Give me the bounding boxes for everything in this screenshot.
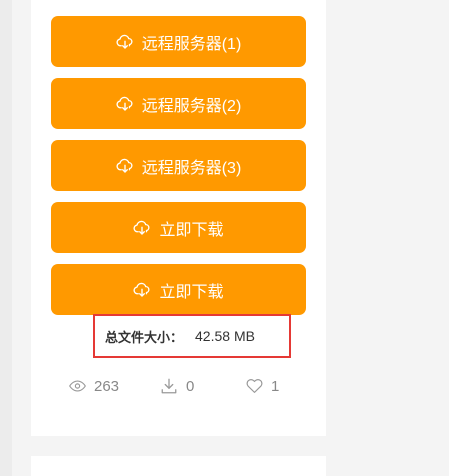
- cloud-download-icon: [116, 95, 134, 113]
- cloud-download-icon: [133, 219, 151, 237]
- views-count: 263: [94, 377, 120, 395]
- button-label: 远程服务器(2): [141, 97, 242, 115]
- file-size-value: 42.58 MB: [195, 328, 255, 344]
- cloud-download-icon: [116, 157, 134, 175]
- cloud-download-icon: [116, 33, 134, 51]
- cloud-download-icon: [133, 281, 151, 299]
- downloads-count: 0: [186, 377, 195, 395]
- button-label: 远程服务器(3): [141, 159, 242, 177]
- button-label: 立即下载: [159, 221, 224, 239]
- download-icon: [160, 377, 178, 395]
- file-size-label: 总文件大小：: [105, 329, 184, 345]
- remote-server-2-button[interactable]: 远程服务器(2): [51, 78, 306, 129]
- remote-server-3-button[interactable]: 远程服务器(3): [51, 140, 306, 191]
- page: 远程服务器(1) 远程服务器(2) 远程服务器(3) 立即下载 立即下载 总文件…: [0, 0, 449, 476]
- heart-icon: [246, 378, 263, 394]
- next-card: [31, 456, 326, 476]
- button-label: 立即下载: [159, 283, 224, 301]
- button-label: 远程服务器(1): [141, 35, 242, 53]
- remote-server-1-button[interactable]: 远程服务器(1): [51, 16, 306, 67]
- left-sidebar-edge: [0, 0, 12, 476]
- download-now-button-2[interactable]: 立即下载: [51, 264, 306, 315]
- downloads-stat[interactable]: 0: [160, 376, 194, 396]
- file-size-info: 总文件大小： 42.58 MB: [93, 314, 291, 358]
- download-now-button-1[interactable]: 立即下载: [51, 202, 306, 253]
- likes-count: 1: [271, 377, 280, 395]
- likes-stat[interactable]: 1: [246, 376, 279, 396]
- eye-icon: [69, 380, 86, 392]
- views-stat: 263: [69, 376, 119, 396]
